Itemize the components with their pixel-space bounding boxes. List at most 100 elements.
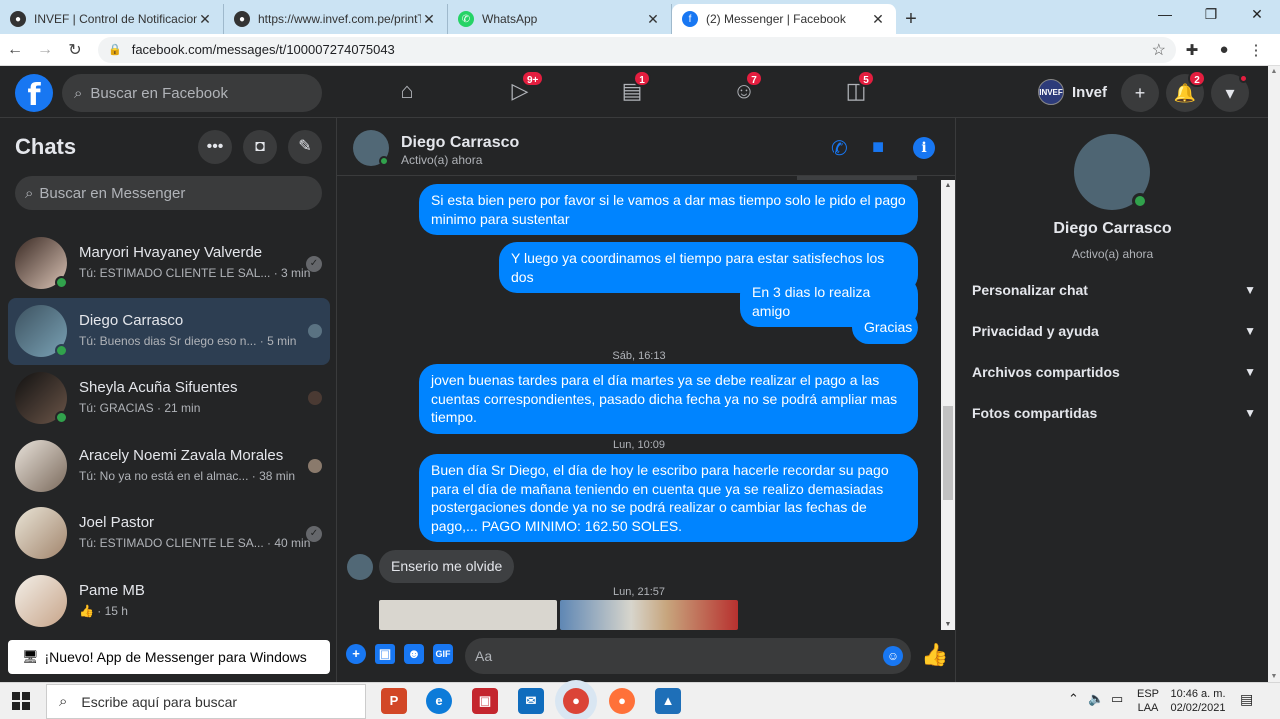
battery-icon[interactable]: ▭ <box>1111 692 1123 706</box>
sticker-icon[interactable]: ☻ <box>404 644 424 664</box>
chat-item-joel[interactable]: Joel Pastor Tú: ESTIMADO CLIENTE LE SA..… <box>8 500 330 568</box>
messenger-search-input[interactable]: ⌕ Buscar en Messenger <box>15 176 322 210</box>
contact-name[interactable]: Diego Carrasco <box>401 134 519 152</box>
tray-chevron-icon[interactable]: ⌃ <box>1068 692 1079 706</box>
facebook-logo-icon[interactable]: f <box>15 74 53 113</box>
account-icon[interactable]: ● <box>1208 41 1240 58</box>
chat-item-diego[interactable]: Diego Carrasco Tú: Buenos dias Sr diego … <box>8 297 330 365</box>
photo-icon[interactable]: ▣ <box>375 644 395 664</box>
monitor-icon: 🖥 <box>22 649 39 664</box>
search-icon: ⌕ <box>74 84 83 102</box>
reload-icon[interactable]: ↻ <box>60 40 90 60</box>
url-input[interactable]: 🔒 facebook.com/messages/t/10000727407504… <box>98 36 1176 63</box>
browser-tab-bar: ● INVEF | Control de Notificaciones ✕ ● … <box>0 0 1280 34</box>
chat-name: Diego Carrasco <box>79 311 184 329</box>
close-window-icon[interactable]: ✕ <box>1234 0 1280 30</box>
new-room-button[interactable]: ◘ <box>243 130 277 164</box>
facebook-search-input[interactable]: ⌕ Buscar en Facebook <box>62 74 322 112</box>
language-indicator[interactable]: ESP LAA <box>1136 687 1160 715</box>
new-tab-button[interactable]: + <box>896 4 926 34</box>
close-icon[interactable]: ✕ <box>870 11 886 28</box>
firefox-icon[interactable]: ● <box>609 688 635 714</box>
plus-icon[interactable]: + <box>346 644 366 664</box>
windows-start-icon[interactable] <box>12 692 30 710</box>
messenger-app-promo-button[interactable]: 🖥 ¡Nuevo! App de Messenger para Windows <box>8 640 330 674</box>
message-bubble-incoming[interactable]: Enserio me olvide <box>379 550 515 583</box>
gaming-icon[interactable]: ◫ 5 <box>841 70 875 106</box>
facebook-header: f ⌕ Buscar en Facebook ⌂ ▷ 9+ ▤ 1 ☺ 7 ◫ … <box>0 66 1268 118</box>
marketplace-icon[interactable]: ▤ 1 <box>617 70 651 106</box>
section-label: Privacidad y ayuda <box>972 323 1099 339</box>
groups-icon[interactable]: ☺ 7 <box>729 70 763 106</box>
message-input[interactable]: Aa ☺ <box>465 638 911 674</box>
chat-item-aracely[interactable]: Aracely Noemi Zavala Morales Tú: No ya n… <box>8 433 330 501</box>
create-button[interactable]: + <box>1121 74 1159 112</box>
section-shared-photos[interactable]: Fotos compartidas ▼ <box>972 398 1256 428</box>
volume-icon[interactable]: 🔈 <box>1088 692 1104 706</box>
section-privacy-help[interactable]: Privacidad y ayuda ▼ <box>972 316 1256 346</box>
notifications-button[interactable]: 🔔 2 <box>1166 70 1206 112</box>
close-icon[interactable]: ✕ <box>421 11 437 28</box>
message-bubble[interactable]: Si esta bien pero por favor si le vamos … <box>419 184 918 235</box>
minimize-icon[interactable]: — <box>1142 0 1188 30</box>
phone-icon[interactable]: ✆ <box>831 136 848 161</box>
chat-item-maryori[interactable]: Maryori Hvayaney Valverde Tú: ESTIMADO C… <box>8 230 330 298</box>
profile-shortcut[interactable]: INVEF Invef <box>1038 79 1107 105</box>
image-attachment[interactable] <box>379 600 557 630</box>
info-icon[interactable]: i <box>913 137 935 159</box>
chrome-icon[interactable]: ● <box>563 688 589 714</box>
like-icon[interactable]: 👍 <box>921 642 948 668</box>
close-icon[interactable]: ✕ <box>645 11 661 28</box>
page-scrollbar[interactable]: ▲ ▼ <box>1268 66 1280 682</box>
whatsapp-icon: ✆ <box>458 11 474 27</box>
message-bubble[interactable]: Buen día Sr Diego, el día de hoy le escr… <box>419 454 918 542</box>
chat-item-sheyla[interactable]: Sheyla Acuña Sifuentes Tú: GRACIAS · 21 … <box>8 365 330 433</box>
scroll-up-icon[interactable]: ▲ <box>1268 68 1280 75</box>
store-icon[interactable]: ▣ <box>472 688 498 714</box>
scroll-thumb[interactable] <box>943 406 953 500</box>
message-scrollbar[interactable]: ▲ ▼ <box>941 180 955 630</box>
menu-kebab-icon[interactable]: ⋮ <box>1240 41 1272 59</box>
forward-icon[interactable]: → <box>30 41 60 59</box>
like-icon: 👍 <box>79 603 94 618</box>
home-icon[interactable]: ⌂ <box>392 76 422 106</box>
groups-badge: 7 <box>745 70 763 87</box>
tab-title: INVEF | Control de Notificaciones <box>34 12 197 26</box>
image-attachment[interactable] <box>560 600 738 630</box>
action-center-icon[interactable]: ▤ <box>1240 692 1253 706</box>
mail-icon[interactable]: ✉ <box>518 688 544 714</box>
new-message-button[interactable]: ✎ <box>288 130 322 164</box>
watch-icon[interactable]: ▷ 9+ <box>505 70 545 106</box>
back-icon[interactable]: ← <box>0 41 30 59</box>
section-personalize-chat[interactable]: Personalizar chat ▼ <box>972 275 1256 305</box>
chevron-down-icon: ▼ <box>1244 283 1256 297</box>
emoji-icon[interactable]: ☺ <box>883 646 903 666</box>
message-bubble[interactable]: Gracias <box>852 311 918 344</box>
edge-icon[interactable]: e <box>426 688 452 714</box>
close-icon[interactable]: ✕ <box>197 11 213 28</box>
message-bubble[interactable]: joven buenas tardes para el día martes y… <box>419 364 918 434</box>
account-menu-button[interactable]: ▾ <box>1211 74 1249 112</box>
lock-icon[interactable]: 🔒 <box>108 43 122 56</box>
section-shared-files[interactable]: Archivos compartidos ▼ <box>972 357 1256 387</box>
photos-icon[interactable]: ▲ <box>655 688 681 714</box>
extensions-icon[interactable]: ✚ <box>1176 41 1208 59</box>
browser-tab-invef[interactable]: ● INVEF | Control de Notificaciones ✕ <box>0 4 224 34</box>
browser-tab-messenger[interactable]: f (2) Messenger | Facebook ✕ <box>672 4 896 34</box>
scroll-up-icon[interactable]: ▲ <box>941 182 955 189</box>
more-options-button[interactable]: ••• <box>198 130 232 164</box>
browser-tab-whatsapp[interactable]: ✆ WhatsApp ✕ <box>448 4 672 34</box>
powerpoint-icon[interactable]: P <box>381 688 407 714</box>
bookmark-star-icon[interactable]: ☆ <box>1152 40 1166 60</box>
scroll-down-icon[interactable]: ▼ <box>1268 673 1280 680</box>
clock[interactable]: 10:46 a. m. 02/02/2021 <box>1166 687 1230 715</box>
taskbar-search-input[interactable]: ⌕ Escribe aquí para buscar <box>46 684 366 719</box>
scroll-down-icon[interactable]: ▼ <box>941 621 955 628</box>
gaming-badge: 5 <box>857 70 875 87</box>
url-text: facebook.com/messages/t/100007274075043 <box>131 42 395 57</box>
maximize-icon[interactable]: ❐ <box>1188 0 1234 30</box>
video-icon[interactable]: ■ <box>872 136 884 159</box>
gif-icon[interactable]: GIF <box>433 644 453 664</box>
browser-tab-print[interactable]: ● https://www.invef.com.pe/printTi ✕ <box>224 4 448 34</box>
chat-item-pame[interactable]: Pame MB 👍 · 15 h <box>8 568 330 636</box>
